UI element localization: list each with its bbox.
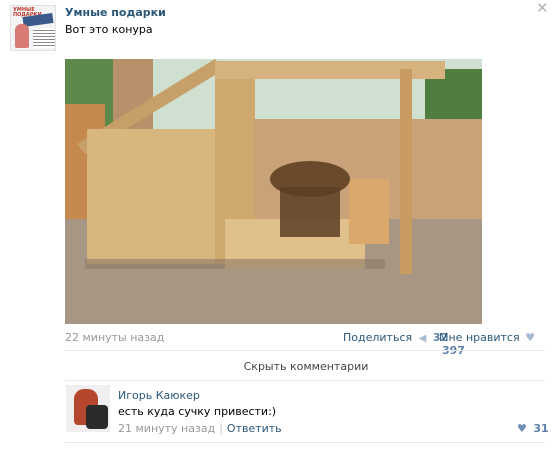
reply-button[interactable]: Ответить [227,422,282,435]
photo-post-right [400,69,412,274]
like-label: Мне нравится [439,331,520,344]
divider [65,380,545,381]
comment-text: есть куда сучку привести:) [118,405,277,418]
meta-separator: | [219,422,223,435]
comment-time[interactable]: 21 минуту назад [118,422,215,435]
post-photo[interactable] [65,59,482,324]
hide-comments-link[interactable]: Скрыть комментарии [0,360,557,373]
post-author[interactable]: Умные подарки [65,6,166,19]
share-label: Поделиться [343,331,413,344]
close-icon[interactable]: ✕ [536,1,549,16]
comment-avatar-shade [86,405,108,429]
avatar-text-lines [33,28,55,48]
comment-like-button[interactable]: ♥ 31 [517,422,549,435]
heart-icon: ♥ [525,331,535,344]
divider [65,442,545,443]
photo-bowl-stand [349,179,389,244]
post-time[interactable]: 22 минуты назад [65,331,164,344]
comment-author[interactable]: Игорь Каюкер [118,389,200,402]
post-text: Вот это конура [65,23,153,36]
photo-dog-legs [280,187,340,237]
comment-avatar[interactable] [66,385,110,432]
photo-house-body [87,129,217,264]
like-button[interactable]: Мне нравится ♥ 397 [439,331,557,357]
divider [65,350,545,351]
avatar-figure [15,24,29,48]
comment-like-count: 31 [533,422,549,435]
megaphone-icon: ◀ [418,333,427,344]
photo-shadow [85,259,385,269]
comment-meta: 21 минуту назад | Ответить [118,422,282,435]
share-button[interactable]: Поделиться ◀ 32 [343,331,448,344]
author-avatar[interactable]: УМНЫЕ ПОДАРКИ [10,5,56,51]
heart-icon: ♥ [517,422,527,435]
